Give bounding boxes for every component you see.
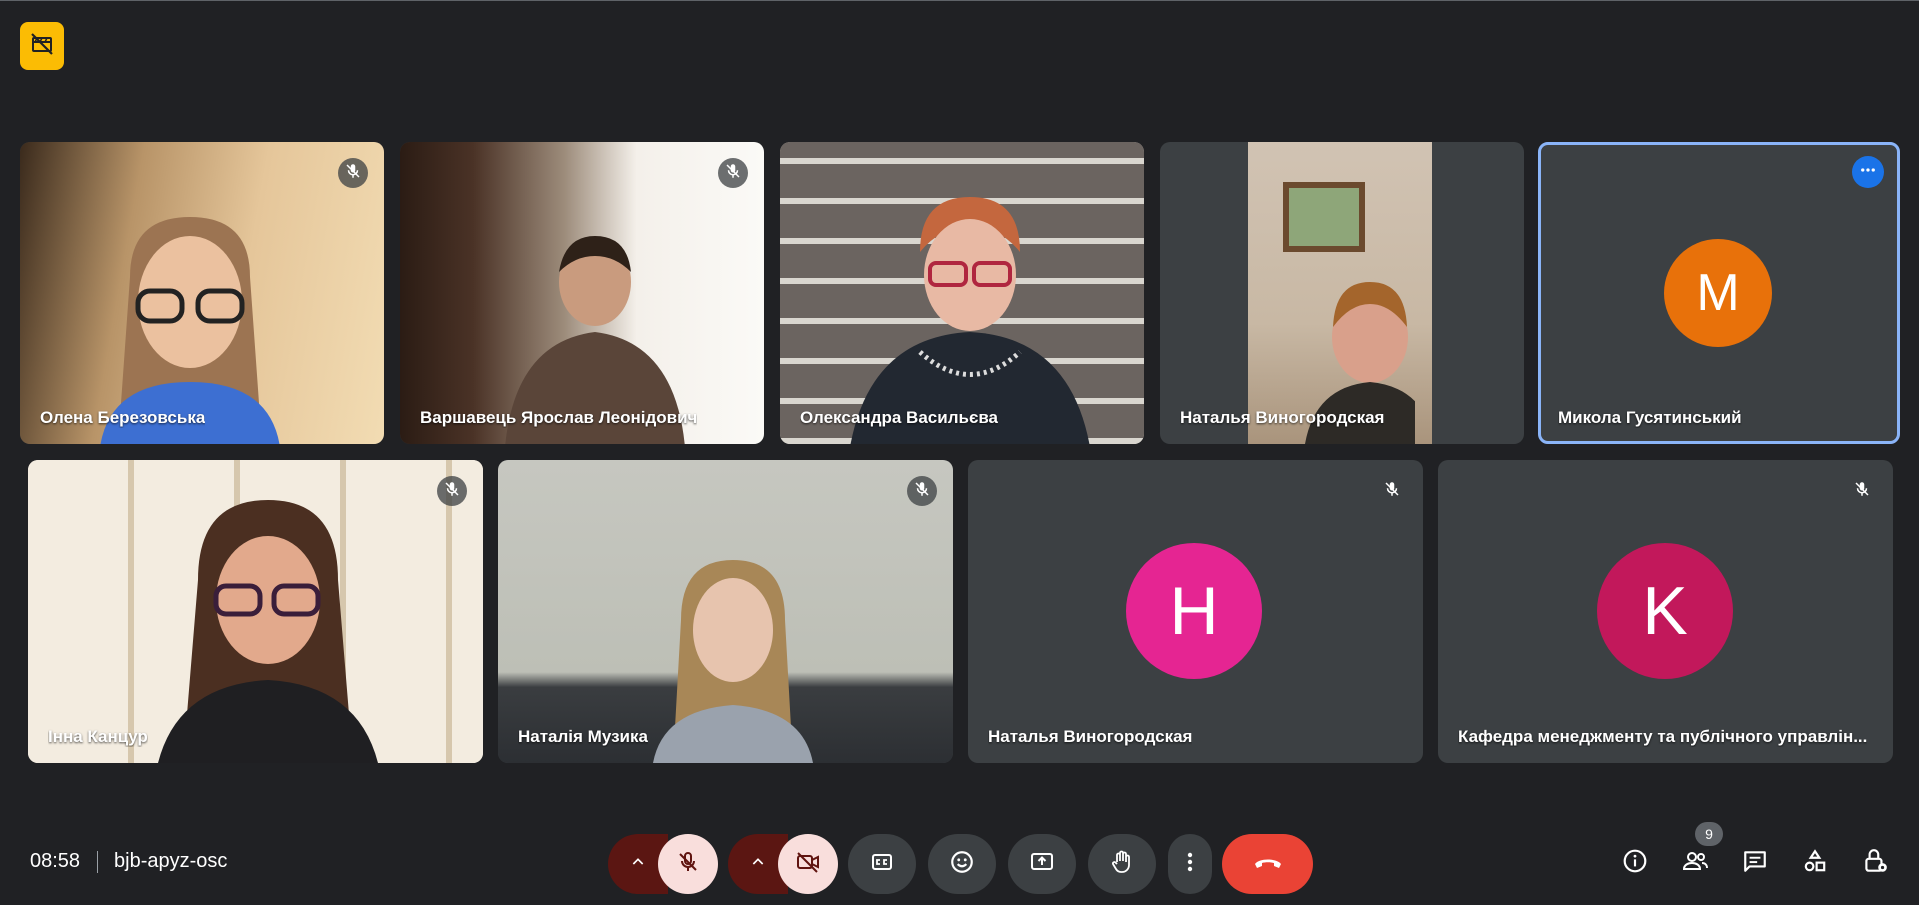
avatar: M [1664, 239, 1772, 347]
mic-off-icon [676, 850, 700, 879]
raise-hand-button[interactable] [1088, 834, 1156, 894]
participant-name: Олександра Васильєва [800, 408, 999, 427]
mic-off-icon [344, 162, 362, 185]
avatar-initial: H [1169, 573, 1219, 649]
captions-icon [870, 850, 894, 879]
camera-control [728, 834, 838, 894]
participant-name: Інна Канцур [48, 727, 148, 746]
participant-name: Наталья Виногородская [988, 727, 1193, 746]
participant-tile[interactable]: Олександра Васильєва [780, 142, 1144, 444]
mic-muted-indicator [338, 158, 368, 188]
participant-name: Кафедра менеджменту та публічного управл… [1458, 727, 1868, 746]
mic-off-icon [913, 480, 931, 503]
participant-name: Наталья Виногородская [1180, 408, 1385, 427]
people-button[interactable] [1672, 840, 1718, 886]
participant-name: Олена Березовська [40, 408, 206, 427]
participant-name: Наталія Музика [518, 727, 648, 746]
no-recording-icon [30, 32, 54, 61]
present-icon [1029, 850, 1055, 879]
chevron-up-icon [630, 854, 646, 875]
more-vert-icon [1186, 850, 1194, 879]
participant-tile[interactable]: Варшавець Ярослав Леонідович [400, 142, 764, 444]
activities-button[interactable] [1792, 840, 1838, 886]
host-controls-icon [1862, 847, 1888, 880]
mic-muted-indicator [437, 476, 467, 506]
mic-toggle-button[interactable] [658, 834, 718, 894]
mic-off-icon [724, 162, 742, 185]
mic-off-icon [443, 480, 461, 503]
participant-tile[interactable]: K Кафедра менеджменту та публічного упра… [1438, 460, 1893, 763]
participant-tile[interactable]: Наталія Музика [498, 460, 953, 763]
mic-off-icon [1383, 480, 1401, 503]
present-button[interactable] [1008, 834, 1076, 894]
participant-video [643, 560, 823, 763]
more-horiz-icon [1859, 161, 1877, 184]
activities-icon [1802, 848, 1828, 879]
call-end-icon [1253, 854, 1283, 875]
control-bar: 08:58 bjb-apyz-osc 9 [0, 820, 1919, 905]
mic-muted-indicator [1847, 476, 1877, 506]
more-options-button[interactable] [1852, 156, 1884, 188]
captions-button[interactable] [848, 834, 916, 894]
meeting-details-button[interactable] [1612, 840, 1658, 886]
recording-blocked-badge[interactable] [20, 22, 64, 70]
divider [97, 851, 98, 873]
mic-control [608, 834, 718, 894]
meeting-code: bjb-apyz-osc [114, 850, 228, 872]
avatar: K [1597, 543, 1733, 679]
camera-off-icon [795, 850, 821, 879]
leave-call-button[interactable] [1222, 834, 1313, 894]
emoji-button[interactable] [928, 834, 996, 894]
avatar-initial: K [1642, 573, 1688, 649]
mic-muted-indicator [718, 158, 748, 188]
participant-tile[interactable]: Олена Березовська [20, 142, 384, 444]
participant-tile[interactable]: M Микола Гусятинський [1538, 142, 1900, 444]
camera-toggle-button[interactable] [778, 834, 838, 894]
avatar-initial: M [1696, 264, 1740, 322]
participant-tile[interactable]: H Наталья Виногородская [968, 460, 1423, 763]
mic-muted-indicator [907, 476, 937, 506]
chat-button[interactable] [1732, 840, 1778, 886]
participant-tile[interactable]: Інна Канцур [28, 460, 483, 763]
info-icon [1622, 848, 1648, 879]
participant-video [158, 490, 378, 763]
participant-video [1265, 182, 1435, 444]
mic-off-icon [1853, 480, 1871, 503]
chat-icon [1742, 848, 1768, 879]
meeting-time: 08:58 [30, 850, 81, 872]
participant-video [850, 197, 1090, 444]
mic-muted-indicator [1377, 476, 1407, 506]
emoji-icon [949, 849, 975, 880]
chevron-up-icon [750, 854, 766, 875]
host-controls-button[interactable] [1852, 840, 1898, 886]
participant-name: Варшавець Ярослав Леонідович [420, 408, 698, 427]
top-border [0, 0, 1919, 1]
people-icon [1681, 849, 1709, 878]
more-options-button[interactable] [1168, 834, 1212, 894]
participant-tile[interactable]: Наталья Виногородская [1160, 142, 1524, 444]
avatar: H [1126, 543, 1262, 679]
participant-name: Микола Гусятинський [1558, 408, 1742, 427]
raise-hand-icon [1110, 849, 1134, 880]
